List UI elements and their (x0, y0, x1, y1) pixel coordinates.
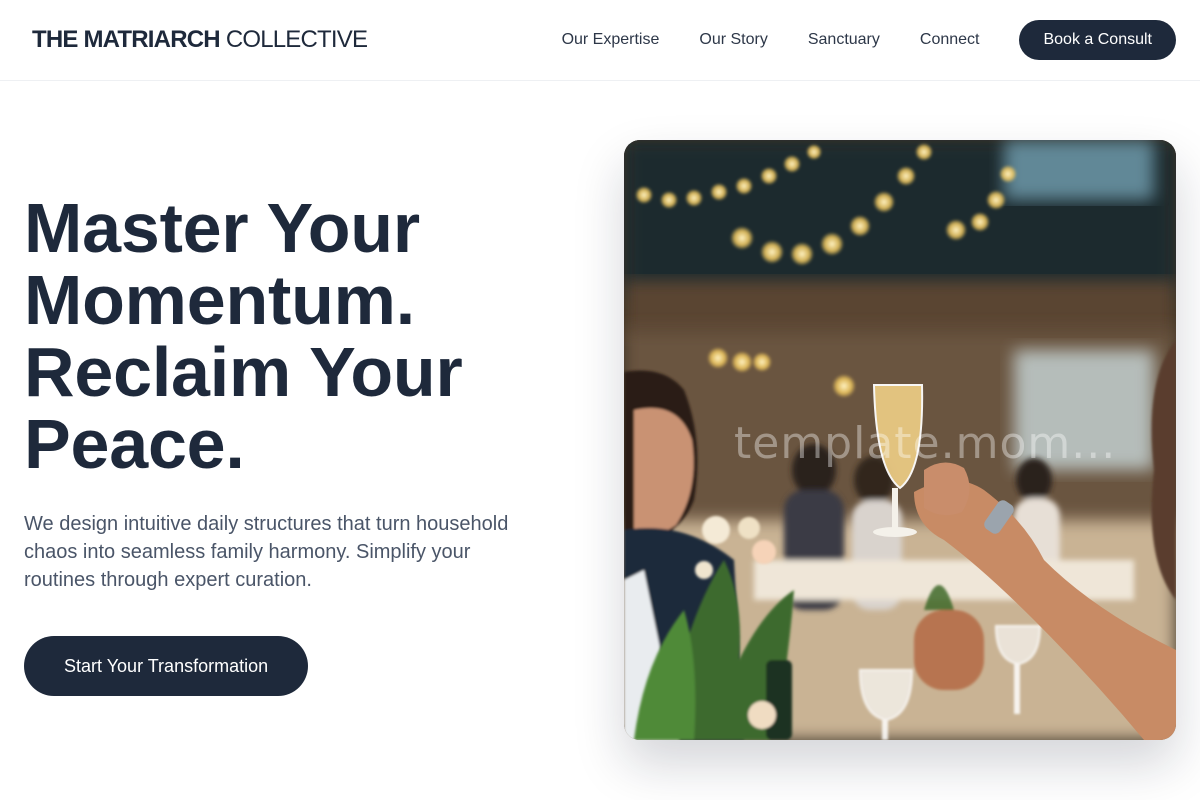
site-header: THE MATRIARCH COLLECTIVE Our Expertise O… (0, 0, 1200, 81)
brand-name-light: COLLECTIVE (225, 26, 368, 53)
nav-link-sanctuary[interactable]: Sanctuary (808, 31, 880, 49)
start-transformation-button[interactable]: Start Your Transformation (24, 636, 309, 696)
brand-name-bold: THE MATRIARCH (32, 26, 221, 53)
hero-description: We design intuitive daily structures tha… (24, 513, 509, 591)
main-nav: Our Expertise Our Story Sanctuary Connec… (562, 20, 1176, 60)
nav-link-connect[interactable]: Connect (920, 31, 980, 49)
hero-photo: template.mom... (624, 140, 1176, 740)
book-consult-button[interactable]: Book a Consult (1019, 20, 1176, 60)
hero-title: Master Your Momentum. Reclaim Your Peace… (24, 192, 564, 480)
hero-title-line: Master Your (24, 189, 420, 267)
hero-title-line: Reclaim Your (24, 333, 463, 411)
image-watermark: template.mom... (734, 418, 1117, 469)
brand-logo[interactable]: THE MATRIARCH COLLECTIVE (32, 26, 368, 54)
hero-title-line: Peace. (24, 405, 245, 483)
hero-title-line: Momentum. (24, 261, 415, 339)
nav-link-our-expertise[interactable]: Our Expertise (562, 31, 660, 49)
nav-link-our-story[interactable]: Our Story (699, 31, 767, 49)
hero-section: Master Your Momentum. Reclaim Your Peace… (24, 192, 564, 696)
